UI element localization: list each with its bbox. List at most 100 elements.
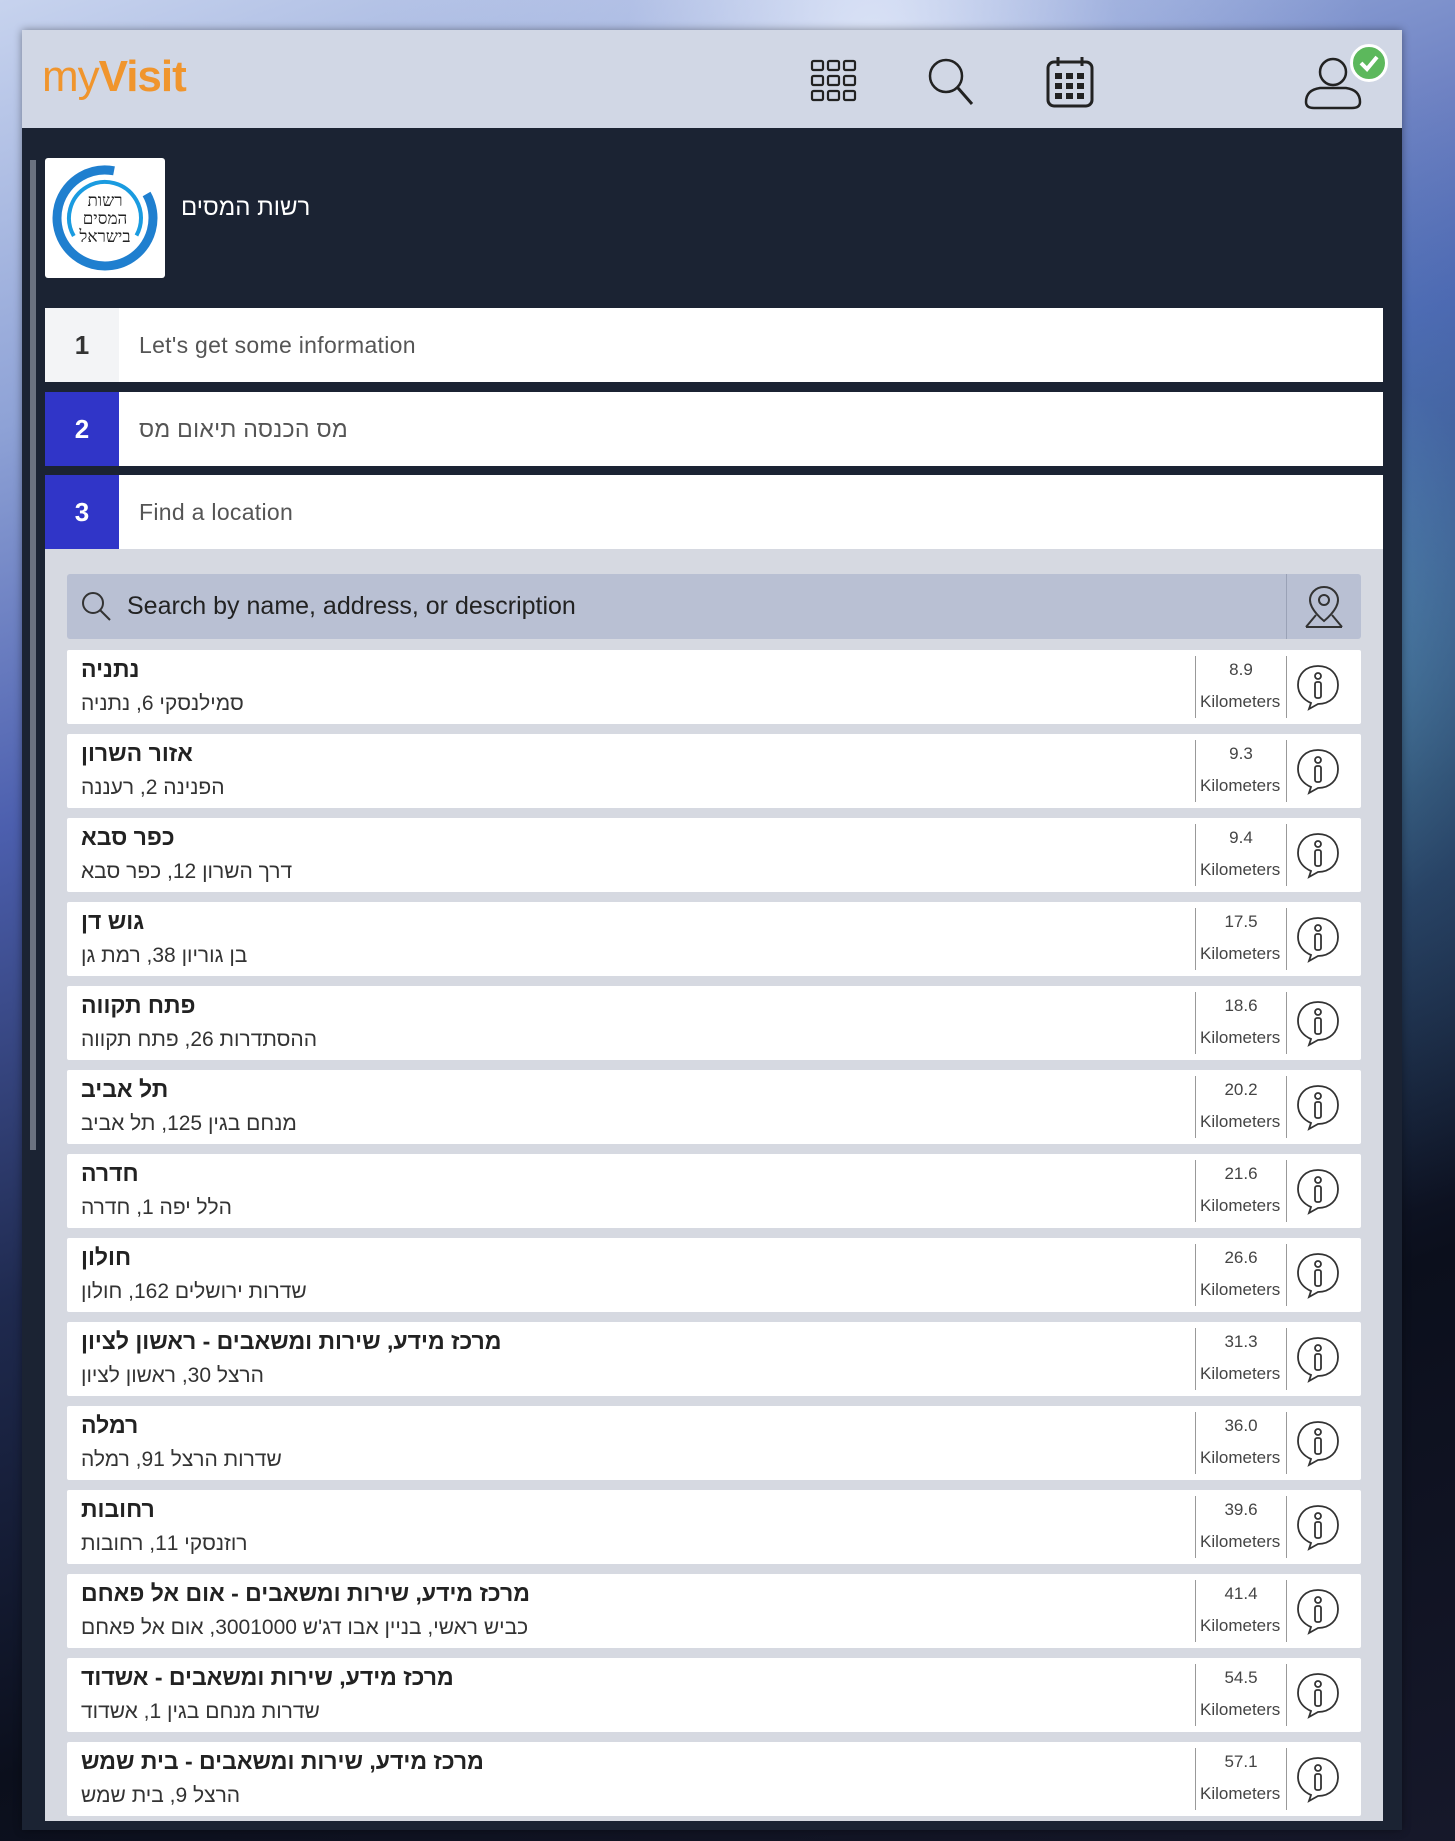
location-address: הרצל 9, בית שמש bbox=[81, 1784, 241, 1807]
info-icon[interactable] bbox=[1293, 1670, 1343, 1720]
location-name: חולון bbox=[81, 1244, 132, 1270]
location-address: ההסתדרות 26, פתח תקווה bbox=[81, 1028, 318, 1051]
location-list-item[interactable]: תל אביב מנחם בגין 125, תל אביב 20.2 Kilomet… bbox=[67, 1070, 1361, 1144]
info-icon[interactable] bbox=[1293, 1586, 1343, 1636]
info-icon[interactable] bbox=[1293, 1502, 1343, 1552]
top-bar: myVisit bbox=[22, 30, 1402, 128]
info-icon[interactable] bbox=[1293, 1166, 1343, 1216]
location-distance: 9.4 Kilometers bbox=[1195, 824, 1287, 886]
info-icon[interactable] bbox=[1293, 1082, 1343, 1132]
location-list: נתניה סמילנסקי 6, נתניה 8.9 Kilometers אזור … bbox=[67, 650, 1361, 1821]
step-3[interactable]: 3 Find a location bbox=[45, 475, 1383, 549]
calendar-icon[interactable] bbox=[1042, 54, 1098, 110]
info-icon[interactable] bbox=[1293, 998, 1343, 1048]
distance-value: 9.4 bbox=[1229, 828, 1253, 847]
distance-unit: Kilometers bbox=[1200, 1700, 1281, 1719]
location-name: תל אביב bbox=[81, 1076, 169, 1102]
distance-unit: Kilometers bbox=[1200, 1784, 1281, 1803]
location-distance: 39.6 Kilometers bbox=[1195, 1496, 1287, 1558]
location-list-item[interactable]: חולון שדרות ירושלים 162, חולון 26.6 Kilomet… bbox=[67, 1238, 1361, 1312]
location-distance: 17.5 Kilometers bbox=[1195, 908, 1287, 970]
distance-unit: Kilometers bbox=[1200, 1448, 1281, 1467]
distance-unit: Kilometers bbox=[1200, 1616, 1281, 1635]
location-list-item[interactable]: פתח תקווה ההסתדרות 26, פתח תקווה 18.6 Kilom… bbox=[67, 986, 1361, 1060]
distance-unit: Kilometers bbox=[1200, 776, 1281, 795]
svg-text:רשות: רשות bbox=[87, 191, 122, 210]
scrollbar[interactable] bbox=[30, 160, 36, 1150]
location-list-item[interactable]: רחובות רוזנסקי 11, רחובות 39.6 Kilometers bbox=[67, 1490, 1361, 1564]
status-check-icon bbox=[1350, 44, 1388, 82]
location-distance: 9.3 Kilometers bbox=[1195, 740, 1287, 802]
distance-value: 21.6 bbox=[1224, 1164, 1258, 1183]
location-list-item[interactable]: מרכז מידע, שירות ומשאבים - אום אל פאחם כב… bbox=[67, 1574, 1361, 1648]
distance-value: 41.4 bbox=[1224, 1584, 1258, 1603]
distance-value: 57.1 bbox=[1224, 1752, 1258, 1771]
location-list-item[interactable]: מרכז מידע, שירות ומשאבים - בית שמש הרצל 9… bbox=[67, 1742, 1361, 1816]
info-icon[interactable] bbox=[1293, 1754, 1343, 1804]
location-list-item[interactable]: כפר סבא דרך השרון 12, כפר סבא 9.4 Kilometer… bbox=[67, 818, 1361, 892]
location-pin-button[interactable] bbox=[1286, 574, 1361, 639]
distance-unit: Kilometers bbox=[1200, 1112, 1281, 1131]
location-name: אזור השרון bbox=[81, 740, 193, 766]
step-2[interactable]: 2 מס הכנסה תיאום מס bbox=[45, 392, 1383, 466]
apps-grid-icon[interactable] bbox=[806, 54, 862, 110]
location-distance: 57.1 Kilometers bbox=[1195, 1748, 1287, 1810]
location-address: דרך השרון 12, כפר סבא bbox=[81, 860, 293, 883]
location-address: שדרות הרצל 91, רמלה bbox=[81, 1448, 282, 1471]
location-address: שדרות מנחם בגין 1, אשדוד bbox=[81, 1700, 320, 1723]
step-1[interactable]: 1 Let's get some information bbox=[45, 308, 1383, 382]
info-icon[interactable] bbox=[1293, 1334, 1343, 1384]
distance-unit: Kilometers bbox=[1200, 692, 1281, 711]
location-distance: 8.9 Kilometers bbox=[1195, 656, 1287, 718]
map-pin-icon bbox=[1305, 585, 1343, 628]
location-name: נתניה bbox=[81, 656, 140, 682]
distance-value: 36.0 bbox=[1224, 1416, 1258, 1435]
location-list-item[interactable]: מרכז מידע, שירות ומשאבים - ראשון לציון הר… bbox=[67, 1322, 1361, 1396]
location-list-item[interactable]: רמלה שדרות הרצל 91, רמלה 36.0 Kilometers bbox=[67, 1406, 1361, 1480]
distance-value: 54.5 bbox=[1224, 1668, 1258, 1687]
organization-logo: רשות המסים בישראל bbox=[45, 158, 165, 278]
location-name: כפר סבא bbox=[81, 824, 175, 850]
location-name: חדרה bbox=[81, 1160, 139, 1186]
distance-value: 20.2 bbox=[1224, 1080, 1258, 1099]
location-address: הלל יפה 1, חדרה bbox=[81, 1196, 232, 1219]
location-distance: 21.6 Kilometers bbox=[1195, 1160, 1287, 1222]
location-list-item[interactable]: חדרה הלל יפה 1, חדרה 21.6 Kilometers bbox=[67, 1154, 1361, 1228]
location-name: רחובות bbox=[81, 1496, 155, 1522]
location-search-bar bbox=[67, 574, 1361, 639]
location-panel: נתניה סמילנסקי 6, נתניה 8.9Kilometers אזור … bbox=[45, 549, 1383, 1821]
search-icon[interactable] bbox=[924, 54, 980, 110]
location-name: מרכז מידע, שירות ומשאבים - אשדוד bbox=[81, 1664, 454, 1690]
info-icon[interactable] bbox=[1293, 1418, 1343, 1468]
logo-my: my bbox=[42, 52, 100, 101]
location-distance: 36.0 Kilometers bbox=[1195, 1412, 1287, 1474]
distance-value: 31.3 bbox=[1224, 1332, 1258, 1351]
info-icon[interactable] bbox=[1293, 746, 1343, 796]
location-name: רמלה bbox=[81, 1412, 139, 1438]
location-distance: 26.6 Kilometers bbox=[1195, 1244, 1287, 1306]
location-distance: 18.6 Kilometers bbox=[1195, 992, 1287, 1054]
logo-visit: Visit bbox=[98, 52, 187, 101]
myvisit-logo[interactable]: myVisit bbox=[42, 52, 187, 102]
app-window: myVisit רשות המסים בישראל רשות המסים 1 L… bbox=[22, 30, 1402, 1830]
location-address: סמילנסקי 6, נתניה bbox=[81, 692, 244, 715]
distance-value: 26.6 bbox=[1224, 1248, 1258, 1267]
step-number: 1 bbox=[45, 308, 119, 382]
location-name: מרכז מידע, שירות ומשאבים - ראשון לציון bbox=[81, 1328, 502, 1354]
location-list-item[interactable]: אזור השרון הפנינה 2, רעננה 9.3 Kilometers bbox=[67, 734, 1361, 808]
location-list-item[interactable]: נתניה סמילנסקי 6, נתניה 8.9 Kilometers bbox=[67, 650, 1361, 724]
svg-text:בישראל: בישראל bbox=[78, 227, 130, 246]
location-list-item[interactable]: מרכז מידע, שירות ומשאבים - אשדוד שדרות מנ… bbox=[67, 1658, 1361, 1732]
info-icon[interactable] bbox=[1293, 662, 1343, 712]
location-list-item[interactable]: גוש דן בן גוריון 38, רמת גן 17.5 Kilometers bbox=[67, 902, 1361, 976]
info-icon[interactable] bbox=[1293, 1250, 1343, 1300]
search-input[interactable] bbox=[127, 574, 1227, 639]
location-address: הפנינה 2, רעננה bbox=[81, 776, 225, 799]
location-distance: 20.2 Kilometers bbox=[1195, 1076, 1287, 1138]
distance-unit: Kilometers bbox=[1200, 944, 1281, 963]
info-icon[interactable] bbox=[1293, 914, 1343, 964]
step-label: מס הכנסה תיאום מס bbox=[139, 416, 348, 442]
info-icon[interactable] bbox=[1293, 830, 1343, 880]
distance-unit: Kilometers bbox=[1200, 1196, 1281, 1215]
distance-value: 17.5 bbox=[1224, 912, 1258, 931]
